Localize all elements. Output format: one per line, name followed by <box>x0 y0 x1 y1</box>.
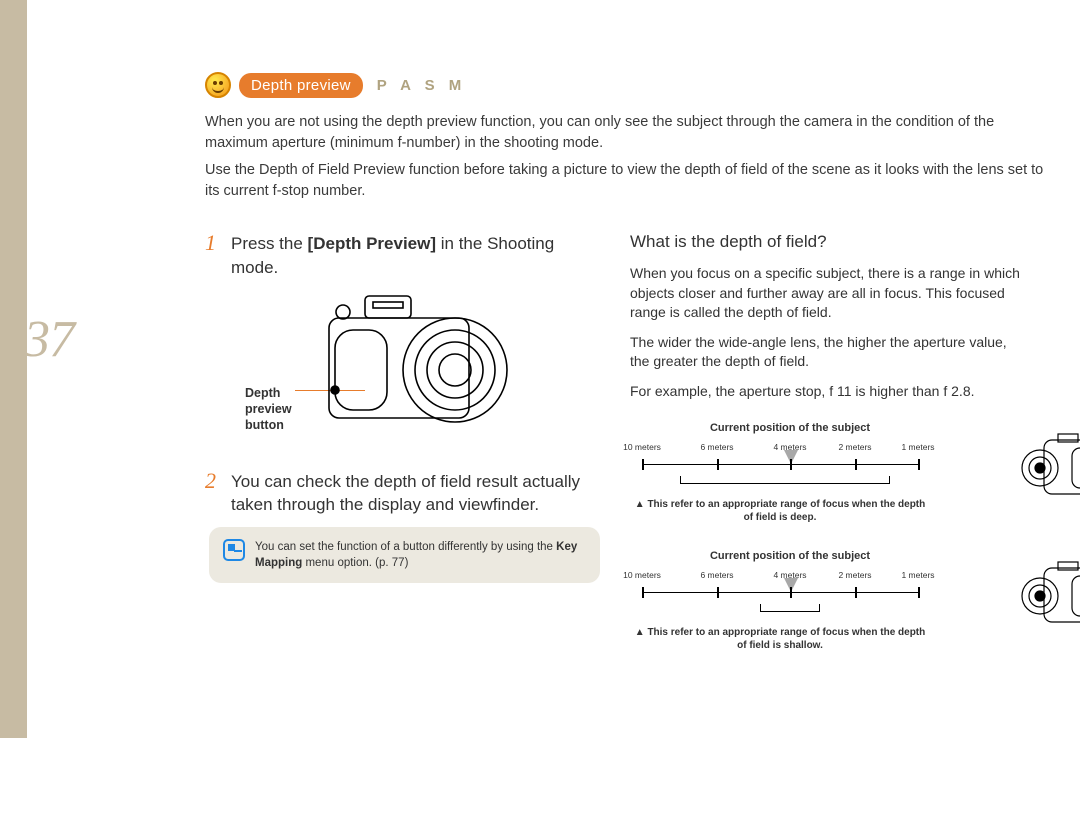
right-column: What is the depth of field? When you foc… <box>630 232 1030 678</box>
mode-letters: P A S M <box>377 77 466 94</box>
camera-illustration-icon <box>315 290 525 440</box>
left-column: 1 Press the [Depth Preview] in the Shoot… <box>205 232 600 678</box>
section-title-badge: Depth preview <box>239 73 363 98</box>
depth-preview-button-label: Depth preview button <box>245 385 292 434</box>
note-box: You can set the function of a button dif… <box>209 527 600 583</box>
intro-p1: When you are not using the depth preview… <box>205 112 1045 154</box>
dof-title-shallow: Current position of the subject <box>650 550 930 562</box>
intro-paragraphs: When you are not using the depth preview… <box>205 112 1045 202</box>
dof-heading: What is the depth of field? <box>630 232 1030 252</box>
dof-shallow-block: Current position of the subject 10 meter… <box>630 550 1030 660</box>
note-text: You can set the function of a button dif… <box>255 539 586 571</box>
dof-p3: For example, the aperture stop, f 11 is … <box>630 382 1030 402</box>
camera-small-icon <box>1020 432 1080 502</box>
dof-scale-shallow: 10 meters 6 meters 4 meters 2 meters 1 m… <box>630 582 930 606</box>
dof-scale-deep: 10 meters 6 meters 4 meters 2 meters 1 m… <box>630 454 930 478</box>
side-gutter-bar <box>0 0 27 738</box>
page-content: Depth preview P A S M When you are not u… <box>205 72 1045 678</box>
intro-p2: Use the Depth of Field Preview function … <box>205 160 1045 202</box>
step-2-text: You can check the depth of field result … <box>231 470 600 518</box>
section-title-row: Depth preview P A S M <box>205 72 1045 98</box>
camera-small-icon <box>1020 560 1080 630</box>
camera-figure: Depth preview button <box>225 290 600 450</box>
side-gutter: 37 <box>0 0 165 815</box>
dof-p2: The wider the wide-angle lens, the highe… <box>630 333 1030 372</box>
smiley-icon <box>205 72 231 98</box>
step-1: 1 Press the [Depth Preview] in the Shoot… <box>205 232 600 280</box>
step-1-text: Press the [Depth Preview] in the Shootin… <box>231 232 600 280</box>
dof-title-deep: Current position of the subject <box>650 422 930 434</box>
step-2: 2 You can check the depth of field resul… <box>205 470 600 518</box>
dof-p1: When you focus on a specific subject, th… <box>630 264 1030 323</box>
step-number: 2 <box>205 470 221 518</box>
dof-diagrams: Current position of the subject 10 meter… <box>630 422 1030 660</box>
dof-deep-block: Current position of the subject 10 meter… <box>630 422 1030 532</box>
note-icon <box>223 539 245 561</box>
dof-caption-deep: This refer to an appropriate range of fo… <box>630 498 930 524</box>
page-number: 37 <box>24 310 74 369</box>
step-number: 1 <box>205 232 221 280</box>
dof-caption-shallow: This refer to an appropriate range of fo… <box>630 626 930 652</box>
